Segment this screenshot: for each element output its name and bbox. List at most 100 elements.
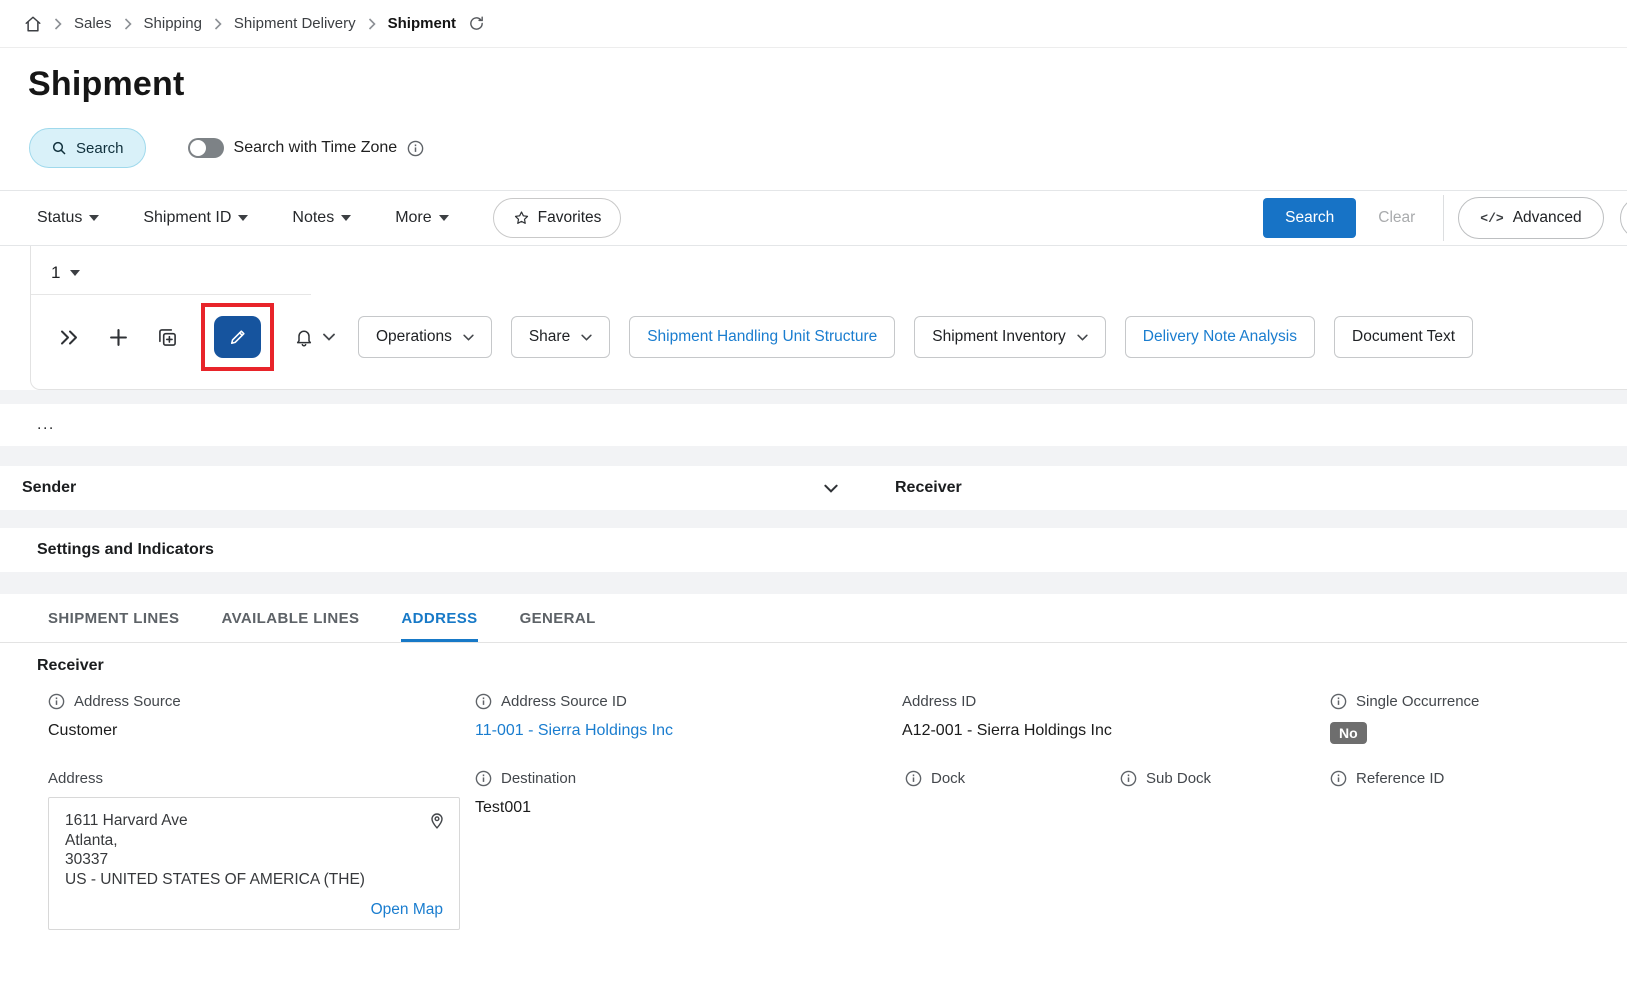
section-gap xyxy=(0,446,1627,466)
address-line: US - UNITED STATES OF AMERICA (THE) xyxy=(65,870,365,888)
address-id-value: A12-001 - Sierra Holdings Inc xyxy=(902,722,1112,739)
notifications-button[interactable] xyxy=(290,327,339,348)
dock-label: Dock xyxy=(931,770,966,787)
breadcrumb-item-shipping[interactable]: Shipping xyxy=(144,15,202,32)
field-address-id: Address ID A12-001 - Sierra Holdings Inc xyxy=(902,693,1330,744)
chevron-right-icon xyxy=(54,17,62,30)
expand-button[interactable] xyxy=(51,319,87,355)
advanced-button[interactable]: </> Advanced xyxy=(1458,197,1604,239)
shipment-handling-unit-structure-button[interactable]: Shipment Handling Unit Structure xyxy=(629,316,896,358)
edit-button[interactable] xyxy=(214,316,261,358)
home-icon[interactable] xyxy=(24,15,42,33)
chevron-down-icon xyxy=(463,334,474,341)
advanced-label: Advanced xyxy=(1512,209,1582,226)
page-title: Shipment xyxy=(28,65,185,103)
filter-status[interactable]: Status xyxy=(37,209,100,227)
info-icon[interactable] xyxy=(475,770,492,787)
chevron-down-icon xyxy=(323,333,335,341)
field-destination: Destination Test001 xyxy=(475,770,905,930)
info-icon[interactable] xyxy=(48,693,65,710)
tab-available-lines[interactable]: AVAILABLE LINES xyxy=(221,594,359,642)
info-icon[interactable] xyxy=(905,770,922,787)
annotation-highlight xyxy=(201,303,274,371)
tab-bar: SHIPMENT LINES AVAILABLE LINES ADDRESS G… xyxy=(0,594,1627,643)
tab-shipment-lines[interactable]: SHIPMENT LINES xyxy=(48,594,179,642)
tab-address[interactable]: ADDRESS xyxy=(401,594,478,642)
sender-panel-label: Sender xyxy=(22,479,77,496)
filter-shipment-id[interactable]: Shipment ID xyxy=(143,209,249,227)
operations-button[interactable]: Operations xyxy=(358,316,492,358)
add-button[interactable] xyxy=(100,319,136,355)
shipment-inventory-button[interactable]: Shipment Inventory xyxy=(914,316,1106,358)
shipment-inventory-label: Shipment Inventory xyxy=(932,328,1066,345)
chevron-right-icon xyxy=(214,17,222,30)
address-tab-content: Receiver Address Source Customer Address… xyxy=(0,643,1627,930)
chevron-right-icon xyxy=(368,17,376,30)
chevron-down-icon xyxy=(824,484,838,493)
field-row-2: Address 1611 Harvard Ave Atlanta, 30337 … xyxy=(48,770,1627,930)
share-button[interactable]: Share xyxy=(510,316,611,358)
reference-id-label: Reference ID xyxy=(1356,770,1445,787)
info-icon[interactable] xyxy=(1330,693,1347,710)
breadcrumb-current: Shipment xyxy=(387,15,456,32)
clear-button[interactable]: Clear xyxy=(1360,198,1433,238)
caret-down-icon xyxy=(238,215,249,221)
destination-label: Destination xyxy=(501,770,577,787)
info-icon[interactable] xyxy=(1330,770,1347,787)
search-button-label: Search xyxy=(76,139,124,157)
search-button[interactable]: Search xyxy=(29,128,146,168)
results-panel: 1 Operations Share Shipment Handling Uni… xyxy=(30,246,1627,390)
settings-panel-header[interactable]: Settings and Indicators xyxy=(0,528,1627,572)
favorites-button[interactable]: Favorites xyxy=(492,198,622,238)
sender-panel-header[interactable]: Sender xyxy=(0,466,860,510)
caret-down-icon xyxy=(438,215,449,221)
filter-more[interactable]: More xyxy=(395,209,449,227)
sub-dock-label: Sub Dock xyxy=(1146,770,1212,787)
single-occurrence-label: Single Occurrence xyxy=(1356,693,1480,710)
single-occurrence-badge: No xyxy=(1330,722,1367,744)
delivery-note-analysis-button[interactable]: Delivery Note Analysis xyxy=(1124,316,1315,358)
field-address-source: Address Source Customer xyxy=(48,693,475,744)
refresh-icon[interactable] xyxy=(468,15,485,32)
favorites-label: Favorites xyxy=(537,209,602,226)
pencil-icon xyxy=(228,327,248,347)
receiver-panel-header[interactable]: Receiver xyxy=(873,466,1627,510)
caret-down-icon xyxy=(70,270,81,276)
breadcrumb-item-sales[interactable]: Sales xyxy=(74,15,112,32)
breadcrumb-item-shipment-delivery[interactable]: Shipment Delivery xyxy=(234,15,356,32)
collapsed-summary-row[interactable]: ... xyxy=(0,404,1627,446)
search-submit-button[interactable]: Search xyxy=(1263,198,1357,238)
address-source-id-link[interactable]: 11-001 - Sierra Holdings Inc xyxy=(475,722,902,740)
breadcrumb: Sales Shipping Shipment Delivery Shipmen… xyxy=(0,0,1627,48)
operations-label: Operations xyxy=(376,328,452,345)
field-sub-dock: Sub Dock xyxy=(1120,770,1330,930)
detail-card: SHIPMENT LINES AVAILABLE LINES ADDRESS G… xyxy=(0,594,1627,985)
filter-shipment-id-label: Shipment ID xyxy=(143,209,232,226)
info-icon[interactable] xyxy=(1120,770,1137,787)
field-address-source-id: Address Source ID 11-001 - Sierra Holdin… xyxy=(475,693,902,744)
divider xyxy=(1443,195,1445,241)
timezone-toggle[interactable] xyxy=(187,138,224,158)
tab-general[interactable]: GENERAL xyxy=(520,594,596,642)
chevron-down-icon xyxy=(1077,334,1088,341)
double-chevron-icon xyxy=(59,329,79,346)
section-gap xyxy=(0,390,1627,404)
result-count: 1 xyxy=(51,263,61,282)
filter-more-label: More xyxy=(395,209,432,226)
bell-icon xyxy=(294,327,314,348)
document-text-button[interactable]: Document Text xyxy=(1334,316,1474,358)
divider xyxy=(31,294,311,295)
save-button[interactable]: Save xyxy=(1619,197,1627,239)
duplicate-button[interactable] xyxy=(149,319,185,355)
filter-notes[interactable]: Notes xyxy=(292,209,352,227)
info-icon[interactable] xyxy=(407,140,424,157)
field-reference-id: Reference ID xyxy=(1330,770,1627,930)
location-pin-icon[interactable] xyxy=(427,810,447,830)
receiver-panel-label: Receiver xyxy=(895,479,962,496)
toolbar: Operations Share Shipment Handling Unit … xyxy=(31,303,1627,371)
info-icon[interactable] xyxy=(475,693,492,710)
chevron-down-icon xyxy=(581,334,592,341)
result-count-dropdown[interactable]: 1 xyxy=(31,256,1627,290)
receiver-section-heading: Receiver xyxy=(37,657,104,674)
open-map-link[interactable]: Open Map xyxy=(371,901,443,919)
